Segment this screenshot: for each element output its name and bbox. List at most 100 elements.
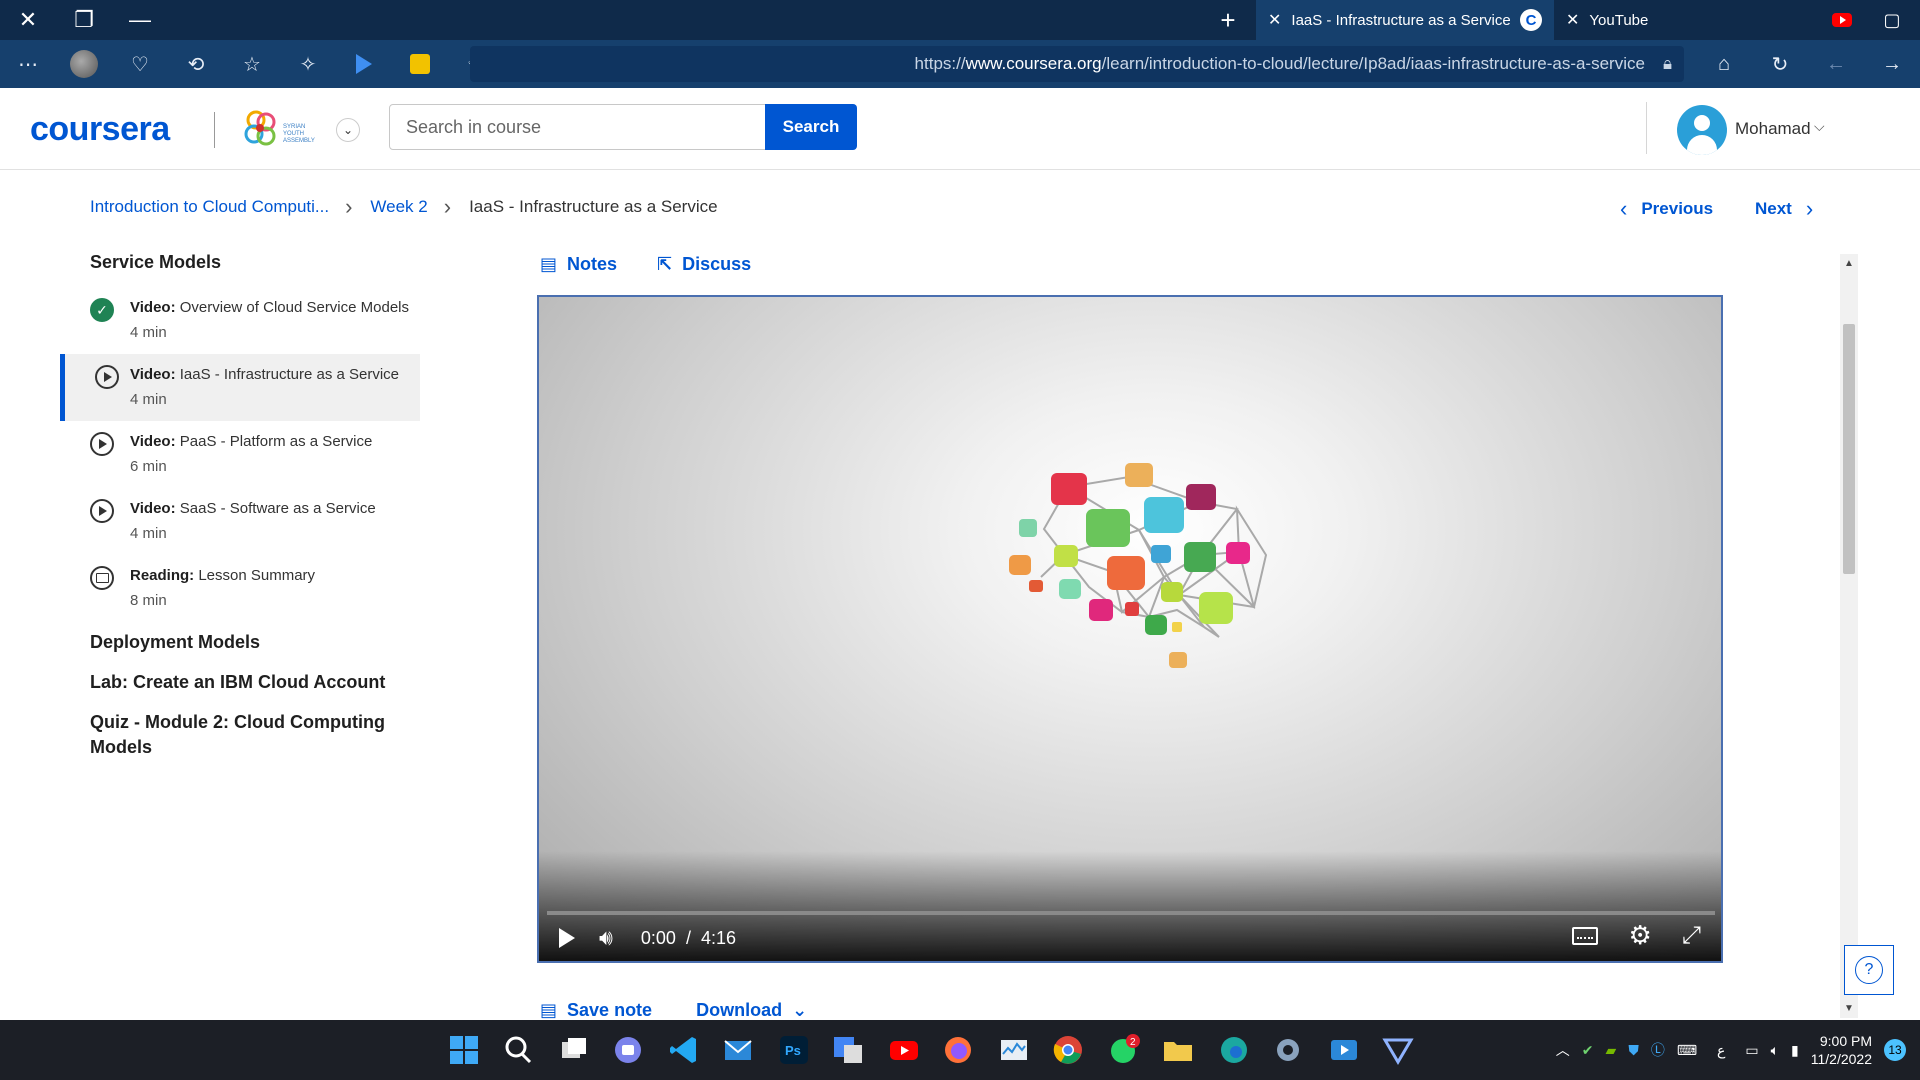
list-item[interactable]: Video: PaaS - Platform as a Service 6 mi… <box>60 421 420 488</box>
search-button[interactable]: Search <box>765 104 857 150</box>
section-lab[interactable]: Lab: Create an IBM Cloud Account <box>60 670 420 695</box>
scroll-thumb[interactable] <box>1843 324 1855 574</box>
notes-extension-icon[interactable] <box>392 40 448 88</box>
extensions-icon[interactable]: ✧ <box>280 40 336 88</box>
video-player[interactable]: 🔊︎ 0:00 / 4:16 ⚙ ⤢ <box>537 295 1723 963</box>
start-windows-icon[interactable] <box>448 1034 480 1066</box>
tab-label: YouTube <box>1589 11 1649 29</box>
item-title: PaaS - Platform as a Service <box>179 433 373 450</box>
account-icon[interactable]: Ⓛ <box>1651 1040 1665 1060</box>
settings-icon[interactable] <box>1272 1034 1304 1066</box>
home-icon[interactable]: ⌂ <box>1696 40 1752 88</box>
previous-button[interactable]: ‹ Previous <box>1620 196 1713 222</box>
user-avatar[interactable] <box>1677 105 1727 155</box>
chevron-up-icon[interactable]: ︿ <box>1556 1040 1570 1060</box>
section-deployment-models[interactable]: Deployment Models <box>60 630 420 655</box>
notification-badge[interactable]: 13 <box>1884 1039 1906 1061</box>
edge-icon[interactable] <box>1218 1034 1250 1066</box>
google-translate-icon[interactable] <box>832 1034 864 1066</box>
coursera-logo[interactable]: coursera <box>30 110 170 149</box>
video-actions: ▤ Save note Download ⌄ <box>540 1000 807 1021</box>
list-item[interactable]: Reading: Lesson Summary 8 min <box>60 555 420 622</box>
next-button[interactable]: Next › <box>1755 196 1813 222</box>
player-extension-icon[interactable] <box>336 40 392 88</box>
section-title[interactable]: Service Models <box>60 250 420 275</box>
task-view-icon[interactable] <box>558 1034 590 1066</box>
security-icon[interactable]: ⛊ <box>1628 1042 1639 1059</box>
scroll-up-icon[interactable]: ▲ <box>1844 258 1854 269</box>
play-icon[interactable] <box>559 928 575 948</box>
fullscreen-icon[interactable]: ⤢ <box>1682 922 1701 950</box>
shield-check-icon[interactable]: ✔ <box>1582 1042 1594 1059</box>
tab-coursera[interactable]: ✕ IaaS - Infrastructure as a Service C <box>1256 0 1554 40</box>
item-duration: 6 min <box>130 458 167 475</box>
close-window-icon[interactable]: ✕ <box>0 0 56 40</box>
video-duration: 4:16 <box>700 927 737 948</box>
discuss-button[interactable]: ⇱ Discuss <box>657 254 751 275</box>
vpn-icon[interactable] <box>1382 1034 1414 1066</box>
volume-icon[interactable]: 🔊︎ <box>599 925 613 951</box>
restore-window-icon[interactable]: ❐ <box>56 0 112 40</box>
favorites-icon[interactable]: ☆ <box>224 40 280 88</box>
file-explorer-icon[interactable] <box>1162 1034 1194 1066</box>
list-item[interactable]: ✓ Video: Overview of Cloud Service Model… <box>60 287 420 354</box>
close-tab-icon[interactable]: ✕ <box>1268 10 1281 30</box>
save-note-button[interactable]: ▤ Save note <box>540 1000 652 1021</box>
health-icon[interactable]: ♡ <box>112 40 168 88</box>
search-icon[interactable] <box>502 1034 534 1066</box>
photoshop-icon[interactable]: Ps <box>778 1034 810 1066</box>
forward-icon[interactable]: → <box>1864 40 1920 88</box>
download-label: Download <box>696 1000 783 1020</box>
page-scrollbar[interactable]: ▲ ▼ <box>1840 254 1858 1018</box>
search-input[interactable]: Search in course <box>389 104 767 150</box>
new-tab-icon[interactable]: + <box>1200 0 1256 40</box>
item-kind: Video: <box>130 433 176 450</box>
battery-icon[interactable]: ▮ <box>1791 1042 1799 1059</box>
clock[interactable]: 9:00 PM 11/2/2022 <box>1811 1032 1872 1068</box>
address-bar[interactable]: https://www.coursera.org/learn/introduct… <box>470 46 1684 82</box>
list-item[interactable]: Video: SaaS - Software as a Service 4 mi… <box>60 488 420 555</box>
language-indicator[interactable]: ع <box>1717 1042 1725 1059</box>
youtube-app-icon[interactable] <box>888 1034 920 1066</box>
keyboard-icon[interactable]: ⌨ <box>1677 1042 1697 1059</box>
whatsapp-icon[interactable]: 2 <box>1108 1034 1140 1066</box>
back-icon[interactable]: ← <box>1808 40 1864 88</box>
notes-button[interactable]: ▤ Notes <box>540 254 617 275</box>
breadcrumb-course[interactable]: Introduction to Cloud Computi... <box>90 197 329 217</box>
breadcrumb-week[interactable]: Week 2 <box>370 197 427 217</box>
tab-actions-icon[interactable]: ▢ <box>1864 0 1920 40</box>
firefox-icon[interactable] <box>942 1034 974 1066</box>
settings-gear-icon[interactable]: ⚙ <box>1628 920 1651 951</box>
system-tray: ︿ ✔ ▰ ⛊ Ⓛ ⌨ ع ▭ 🔈︎ ▮ 9:00 PM 11/2/2022 1… <box>1556 1020 1906 1080</box>
list-item-current[interactable]: Video: IaaS - Infrastructure as a Servic… <box>60 354 420 421</box>
speaker-icon[interactable]: 🔈︎ <box>1771 1042 1779 1059</box>
section-quiz[interactable]: Quiz - Module 2: Cloud Computing Models <box>60 710 390 760</box>
url-text[interactable]: https://www.coursera.org/learn/introduct… <box>915 54 1645 74</box>
resource-monitor-icon[interactable] <box>998 1034 1030 1066</box>
mail-icon[interactable] <box>722 1034 754 1066</box>
chevron-down-icon[interactable]: ⌄ <box>336 118 360 142</box>
vscode-icon[interactable] <box>668 1034 700 1066</box>
nvidia-icon[interactable]: ▰ <box>1606 1042 1617 1059</box>
notes-label: Notes <box>567 254 618 274</box>
minimize-window-icon[interactable]: — <box>112 0 168 40</box>
history-icon[interactable]: ⟲ <box>168 40 224 88</box>
teams-chat-icon[interactable] <box>612 1034 644 1066</box>
item-duration: 4 min <box>130 391 167 408</box>
item-kind: Video: <box>130 500 176 517</box>
network-icon[interactable]: ▭ <box>1745 1042 1758 1059</box>
more-menu-icon[interactable]: ⋯ <box>0 40 56 88</box>
close-tab-icon[interactable]: ✕ <box>1566 10 1579 30</box>
chevron-down-icon[interactable]: ⌵ <box>1814 118 1825 135</box>
captions-icon[interactable] <box>1572 926 1599 945</box>
download-button[interactable]: Download ⌄ <box>696 1000 807 1021</box>
lock-icon[interactable]: 🔒︎ <box>1663 54 1672 74</box>
help-button[interactable]: ? <box>1844 945 1894 995</box>
media-player-icon[interactable] <box>1328 1034 1360 1066</box>
profile-avatar[interactable] <box>56 40 112 88</box>
user-name[interactable]: Mohamad <box>1735 119 1811 139</box>
tab-youtube[interactable]: ✕ YouTube <box>1554 0 1864 40</box>
chrome-icon[interactable] <box>1052 1034 1084 1066</box>
scroll-down-icon[interactable]: ▼ <box>1844 1003 1854 1014</box>
refresh-icon[interactable]: ↻ <box>1752 40 1808 88</box>
